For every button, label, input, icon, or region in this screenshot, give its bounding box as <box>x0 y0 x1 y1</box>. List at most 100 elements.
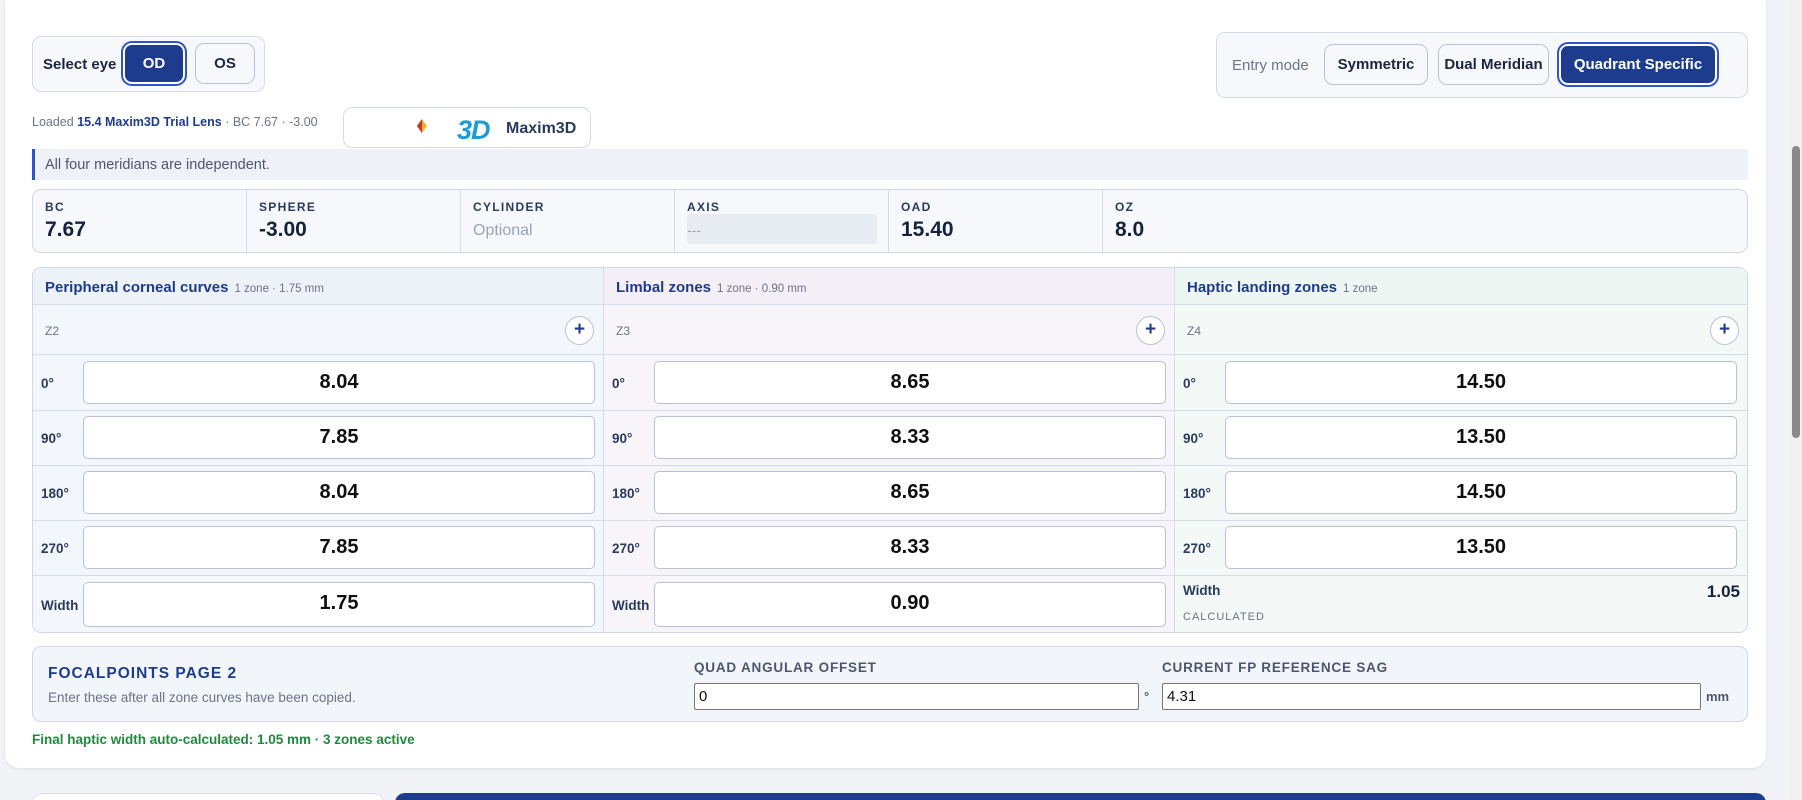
param-cylinder-label: CYLINDER <box>473 200 545 214</box>
zone-subheader: Z4 + <box>1175 305 1747 355</box>
param-oad-value[interactable]: 15.40 <box>901 218 954 242</box>
meridian-label: 270° <box>41 541 69 556</box>
width-input[interactable]: 1.75 <box>83 582 595 627</box>
meridian-label: 180° <box>612 486 640 501</box>
quad-offset-label: QUAD ANGULAR OFFSET <box>694 660 877 675</box>
meridian-row: 90° 8.33 <box>604 411 1174 466</box>
meridian-label: 270° <box>1183 541 1211 556</box>
meridian-row: 0° 8.65 <box>604 356 1174 411</box>
brand-logo: 3D Maxim3D <box>343 107 591 148</box>
eye-os-button[interactable]: OS <box>195 43 255 84</box>
loaded-prefix: Loaded <box>32 115 74 129</box>
meridian-value-input[interactable]: 13.50 <box>1225 416 1737 459</box>
zone-title: Haptic landing zones 1 zone <box>1187 279 1378 296</box>
loaded-lens-name: 15.4 Maxim3D Trial Lens <box>77 115 222 129</box>
param-axis-placeholder: --- <box>687 222 701 238</box>
info-banner: All four meridians are independent. <box>32 149 1748 180</box>
meridian-value-input[interactable]: 13.50 <box>1225 526 1737 569</box>
param-sphere-value[interactable]: -3.00 <box>259 218 307 242</box>
fp-ref-sag-unit: mm <box>1706 689 1730 704</box>
zone-column-limbal: Limbal zones 1 zone · 0.90 mm Z3 + 0° 8.6… <box>604 268 1175 632</box>
zone-title: Peripheral corneal curves 1 zone · 1.75 m… <box>45 279 324 296</box>
zone-subtitle: 1 zone · 0.90 mm <box>717 283 807 295</box>
param-sphere: SPHERE -3.00 <box>247 190 461 252</box>
meridian-value-input[interactable]: 8.04 <box>83 361 595 404</box>
param-oad: OAD 15.40 <box>889 190 1103 252</box>
focalpoints-panel: FOCALPOINTS PAGE 2 Enter these after all… <box>32 646 1748 722</box>
meridian-value-input[interactable]: 14.50 <box>1225 471 1737 514</box>
meridian-row: 180° 8.04 <box>33 466 603 521</box>
fp-ref-sag-label: CURRENT FP REFERENCE SAG <box>1162 660 1388 675</box>
width-label: Width <box>1183 583 1221 598</box>
meridian-row: 270° 7.85 <box>33 521 603 576</box>
zone-column-haptic: Haptic landing zones 1 zone Z4 + 0° 14.50… <box>1175 268 1747 632</box>
zone-subheader: Z2 + <box>33 305 603 355</box>
entry-mode-label: Entry mode <box>1232 57 1309 74</box>
meridian-value-input[interactable]: 8.04 <box>83 471 595 514</box>
add-zone-button[interactable]: + <box>1710 316 1739 345</box>
next-card-left <box>32 793 384 800</box>
zone-column-peripheral: Peripheral corneal curves 1 zone · 1.75 m… <box>33 268 604 632</box>
param-cylinder: CYLINDER Optional <box>461 190 675 252</box>
mode-dual-meridian-button[interactable]: Dual Meridian <box>1438 44 1549 85</box>
mode-quadrant-specific-button[interactable]: Quadrant Specific <box>1559 44 1717 85</box>
meridian-row: 270° 8.33 <box>604 521 1174 576</box>
eye-od-button[interactable]: OD <box>123 43 185 84</box>
zone-header: Haptic landing zones 1 zone <box>1175 268 1747 305</box>
meridian-value-input[interactable]: 7.85 <box>83 416 595 459</box>
quad-offset-input[interactable]: 0 <box>694 683 1139 710</box>
zone-subheader: Z3 + <box>604 305 1174 355</box>
brand-logo-3d: 3D <box>457 115 491 145</box>
width-input[interactable]: 0.90 <box>654 582 1166 627</box>
param-oz-value[interactable]: 8.0 <box>1115 218 1144 242</box>
meridian-label: 180° <box>1183 486 1211 501</box>
focalpoints-title: FOCALPOINTS PAGE 2 <box>48 665 238 682</box>
fp-ref-sag-input[interactable]: 4.31 <box>1162 683 1701 710</box>
meridian-row: 180° 8.65 <box>604 466 1174 521</box>
focalpoints-subtitle: Enter these after all zone curves have b… <box>48 690 356 705</box>
param-cylinder-input[interactable]: Optional <box>473 222 533 240</box>
zone-subtitle: 1 zone <box>1343 283 1378 295</box>
meridian-value-input[interactable]: 8.33 <box>654 526 1166 569</box>
add-zone-button[interactable]: + <box>565 316 594 345</box>
width-row: Width 0.90 <box>604 576 1174 631</box>
add-zone-button[interactable]: + <box>1136 316 1165 345</box>
meridian-row: 90° 13.50 <box>1175 411 1747 466</box>
zone-subtitle: 1 zone · 1.75 mm <box>234 283 324 295</box>
loaded-lens-detail: · BC 7.67 · -3.00 <box>225 115 318 129</box>
meridian-value-input[interactable]: 8.65 <box>654 361 1166 404</box>
eye-selector-label: Select eye <box>43 56 117 73</box>
meridian-value-input[interactable]: 14.50 <box>1225 361 1737 404</box>
param-oad-label: OAD <box>901 200 932 214</box>
meridian-label: 90° <box>1183 431 1204 446</box>
meridian-label: 0° <box>612 376 625 391</box>
zone-id: Z4 <box>1187 324 1202 338</box>
main-card: Select eye OD OS Entry mode Symmetric Du… <box>5 0 1766 768</box>
param-bc: BC 7.67 <box>33 190 247 252</box>
meridian-row: 180° 14.50 <box>1175 466 1747 521</box>
param-bc-value[interactable]: 7.67 <box>45 218 86 242</box>
info-banner-text: All four meridians are independent. <box>45 157 270 173</box>
param-axis-input: --- <box>687 214 877 244</box>
width-row: Width 1.05 CALCULATED <box>1175 576 1747 631</box>
meridian-value-input[interactable]: 7.85 <box>83 526 595 569</box>
meridian-value-input[interactable]: 8.65 <box>654 471 1166 514</box>
brand-logo-name: Maxim3D <box>506 120 577 137</box>
zone-header: Limbal zones 1 zone · 0.90 mm <box>604 268 1174 305</box>
loaded-lens-line: Loaded 15.4 Maxim3D Trial Lens · BC 7.67… <box>32 115 318 129</box>
width-label: Width <box>612 598 650 613</box>
meridian-label: 90° <box>41 431 62 446</box>
meridian-row: 270° 13.50 <box>1175 521 1747 576</box>
mode-symmetric-button[interactable]: Symmetric <box>1324 44 1428 85</box>
param-bc-label: BC <box>45 200 65 214</box>
width-row: Width 1.75 <box>33 576 603 631</box>
next-card-right <box>395 793 1766 800</box>
zone-id: Z3 <box>616 324 631 338</box>
meridian-value-input[interactable]: 8.33 <box>654 416 1166 459</box>
zone-header: Peripheral corneal curves 1 zone · 1.75 m… <box>33 268 603 305</box>
param-sphere-label: SPHERE <box>259 200 317 214</box>
zone-title: Limbal zones 1 zone · 0.90 mm <box>616 279 807 296</box>
param-axis: AXIS --- <box>675 190 889 252</box>
zone-id: Z2 <box>45 324 60 338</box>
scrollbar-thumb[interactable] <box>1792 146 1800 438</box>
